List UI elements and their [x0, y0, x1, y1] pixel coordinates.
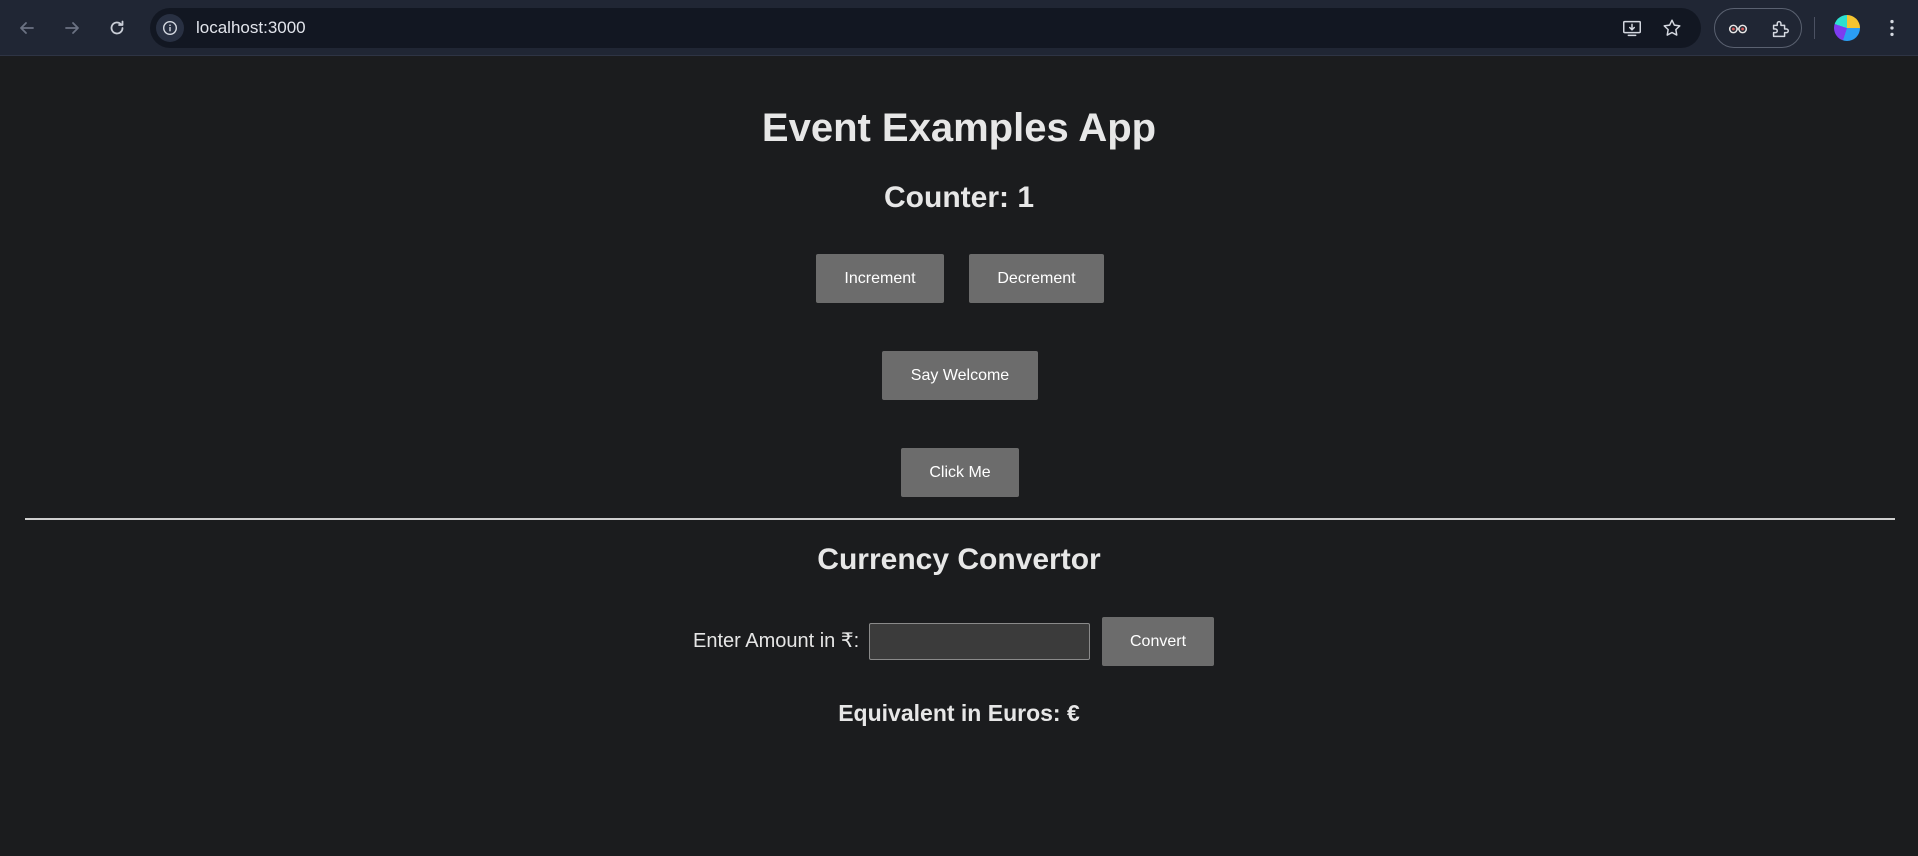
browser-toolbar: localhost:3000 [0, 0, 1918, 56]
decrement-button[interactable]: Decrement [969, 254, 1104, 303]
glasses-extension-button[interactable] [1725, 16, 1751, 42]
say-welcome-button[interactable]: Say Welcome [882, 351, 1038, 400]
page-content: Event Examples App Counter: 1 Increment … [0, 57, 1918, 856]
back-button[interactable] [11, 12, 43, 44]
click-me-button[interactable]: Click Me [901, 448, 1019, 497]
reload-button[interactable] [101, 12, 133, 44]
extensions-group [1714, 8, 1802, 48]
kebab-menu-icon [1890, 19, 1894, 37]
install-app-icon [1623, 20, 1641, 37]
browser-menu-button[interactable] [1880, 16, 1904, 40]
app-title: Event Examples App [761, 106, 1157, 150]
converter-title: Currency Convertor [817, 543, 1101, 576]
arrow-right-icon [65, 22, 79, 34]
amount-input[interactable] [869, 623, 1090, 660]
counter-display: Counter: 1 [884, 181, 1034, 214]
profile-avatar[interactable] [1834, 15, 1860, 41]
section-divider [25, 518, 1895, 520]
amount-label: Enter Amount in ₹: [693, 630, 860, 652]
bookmark-button[interactable] [1660, 16, 1684, 40]
forward-button[interactable] [56, 12, 88, 44]
puzzle-icon [1772, 20, 1789, 38]
extensions-button[interactable] [1767, 16, 1793, 42]
install-app-button[interactable] [1620, 16, 1644, 40]
euro-result: Equivalent in Euros: € [838, 700, 1080, 726]
star-icon [1663, 19, 1681, 36]
arrow-left-icon [20, 22, 34, 34]
convert-button[interactable]: Convert [1102, 617, 1214, 666]
url-text[interactable]: localhost:3000 [196, 18, 306, 38]
info-icon [162, 20, 178, 36]
site-info-button[interactable] [156, 14, 184, 42]
glasses-extension-icon [1728, 24, 1748, 34]
toolbar-divider [1814, 17, 1815, 39]
reload-icon [110, 20, 124, 35]
increment-button[interactable]: Increment [816, 254, 944, 303]
address-bar[interactable]: localhost:3000 [150, 8, 1701, 48]
